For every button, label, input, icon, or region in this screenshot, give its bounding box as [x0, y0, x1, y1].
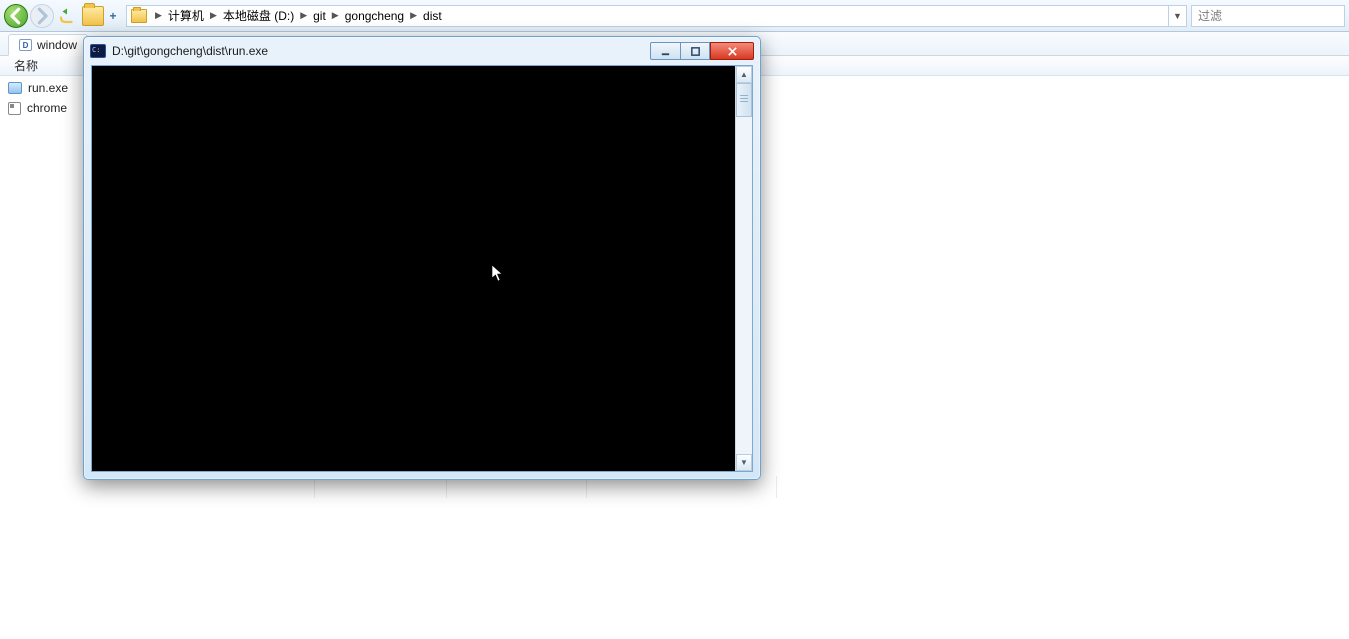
console-title: D:\git\gongcheng\dist\run.exe	[112, 44, 650, 58]
column-divider	[776, 476, 777, 498]
breadcrumb-item[interactable]: dist	[421, 9, 444, 23]
breadcrumb-separator-icon: ▶	[328, 10, 343, 21]
nav-back-button[interactable]	[4, 4, 28, 28]
scrollbar-thumb[interactable]	[736, 83, 752, 117]
maximize-button[interactable]	[680, 42, 710, 60]
breadcrumb-item[interactable]: git	[311, 9, 328, 23]
exe-icon	[8, 82, 22, 94]
plus-icon: +	[106, 6, 120, 26]
nav-history-button[interactable]	[56, 5, 78, 27]
filter-input[interactable]: 过滤	[1191, 5, 1345, 27]
minimize-icon	[660, 46, 671, 57]
breadcrumb-item[interactable]: 本地磁盘 (D:)	[221, 7, 296, 24]
mouse-cursor-icon	[491, 264, 505, 284]
breadcrumb-item[interactable]: gongcheng	[343, 9, 406, 23]
minimize-button[interactable]	[650, 42, 680, 60]
drive-icon	[19, 39, 32, 51]
breadcrumb-separator-icon: ▶	[206, 10, 221, 21]
app-icon	[8, 102, 21, 115]
tab-window[interactable]: window	[8, 34, 88, 56]
nav-forward-button[interactable]	[30, 4, 54, 28]
chevron-up-icon: ▲	[740, 70, 748, 79]
console-icon	[90, 44, 106, 58]
console-scrollbar[interactable]: ▲ ▼	[735, 66, 752, 471]
chevron-down-icon: ▼	[740, 458, 748, 467]
scrollbar-track[interactable]	[736, 83, 752, 454]
arrow-left-icon	[5, 5, 27, 27]
tab-label: window	[37, 38, 77, 52]
window-buttons	[650, 42, 754, 60]
console-titlebar[interactable]: D:\git\gongcheng\dist\run.exe	[84, 37, 760, 65]
folder-icon	[82, 6, 104, 26]
console-window[interactable]: D:\git\gongcheng\dist\run.exe ▲	[83, 36, 761, 480]
chevron-down-icon: ▼	[1173, 11, 1182, 21]
file-name: chrome	[27, 101, 67, 115]
address-bar[interactable]: ▶ 计算机 ▶ 本地磁盘 (D:) ▶ git ▶ gongcheng ▶ di…	[126, 5, 1169, 27]
close-icon	[727, 46, 738, 57]
column-name-label: 名称	[14, 57, 38, 74]
filter-placeholder: 过滤	[1198, 7, 1222, 24]
maximize-icon	[690, 46, 701, 57]
file-name: run.exe	[28, 81, 68, 95]
console-client-area: ▲ ▼	[91, 65, 753, 472]
history-up-icon	[58, 7, 76, 25]
address-dropdown-button[interactable]: ▼	[1169, 5, 1187, 27]
scroll-up-button[interactable]: ▲	[736, 66, 752, 83]
console-output[interactable]	[92, 66, 735, 471]
close-button[interactable]	[710, 42, 754, 60]
arrow-right-icon	[31, 5, 53, 27]
scroll-down-button[interactable]: ▼	[736, 454, 752, 471]
folder-dropdown-button[interactable]: +	[82, 6, 120, 26]
breadcrumb-separator-icon: ▶	[296, 10, 311, 21]
breadcrumb-separator-icon: ▶	[151, 10, 166, 21]
folder-icon	[131, 9, 147, 23]
breadcrumb-separator-icon: ▶	[406, 10, 421, 21]
breadcrumb-item[interactable]: 计算机	[166, 7, 206, 24]
explorer-navbar: + ▶ 计算机 ▶ 本地磁盘 (D:) ▶ git ▶ gongcheng ▶ …	[0, 0, 1349, 32]
